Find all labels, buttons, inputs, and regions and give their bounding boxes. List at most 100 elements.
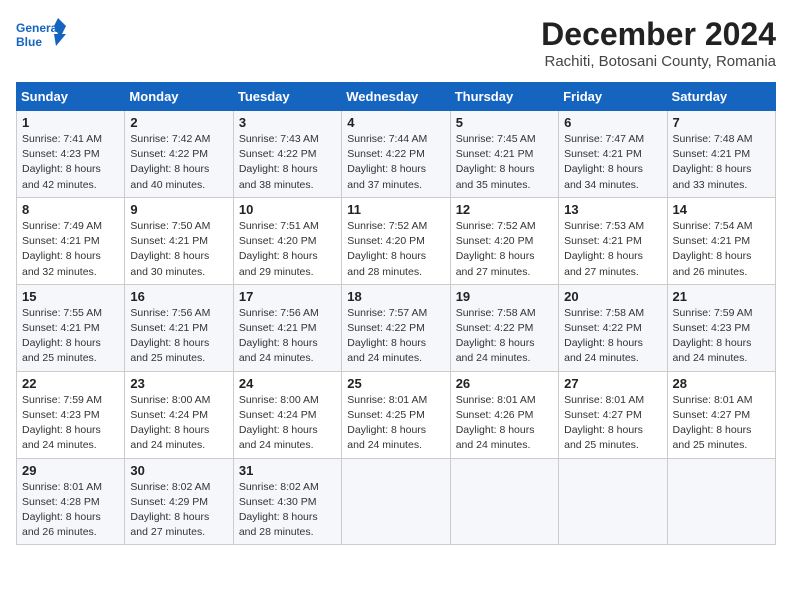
- day-cell: 6 Sunrise: 7:47 AMSunset: 4:21 PMDayligh…: [559, 111, 667, 198]
- day-cell: [342, 458, 450, 545]
- title-area: December 2024 Rachiti, Botosani County, …: [541, 16, 776, 70]
- day-cell: 18 Sunrise: 7:57 AMSunset: 4:22 PMDaylig…: [342, 284, 450, 371]
- day-cell: 23 Sunrise: 8:00 AMSunset: 4:24 PMDaylig…: [125, 371, 233, 458]
- day-number: 15: [22, 289, 119, 304]
- day-number: 5: [456, 115, 553, 130]
- header-day-sunday: Sunday: [17, 83, 125, 111]
- day-number: 17: [239, 289, 336, 304]
- day-detail: Sunrise: 8:00 AMSunset: 4:24 PMDaylight:…: [130, 394, 210, 452]
- logo: General Blue: [16, 16, 66, 60]
- day-detail: Sunrise: 7:48 AMSunset: 4:21 PMDaylight:…: [673, 133, 753, 191]
- day-cell: 28 Sunrise: 8:01 AMSunset: 4:27 PMDaylig…: [667, 371, 775, 458]
- day-cell: 11 Sunrise: 7:52 AMSunset: 4:20 PMDaylig…: [342, 197, 450, 284]
- day-cell: 5 Sunrise: 7:45 AMSunset: 4:21 PMDayligh…: [450, 111, 558, 198]
- day-number: 31: [239, 463, 336, 478]
- day-number: 19: [456, 289, 553, 304]
- day-cell: 10 Sunrise: 7:51 AMSunset: 4:20 PMDaylig…: [233, 197, 341, 284]
- day-number: 2: [130, 115, 227, 130]
- day-detail: Sunrise: 7:51 AMSunset: 4:20 PMDaylight:…: [239, 220, 319, 278]
- day-detail: Sunrise: 7:43 AMSunset: 4:22 PMDaylight:…: [239, 133, 319, 191]
- day-detail: Sunrise: 8:02 AMSunset: 4:29 PMDaylight:…: [130, 481, 210, 539]
- day-cell: 17 Sunrise: 7:56 AMSunset: 4:21 PMDaylig…: [233, 284, 341, 371]
- day-detail: Sunrise: 7:50 AMSunset: 4:21 PMDaylight:…: [130, 220, 210, 278]
- day-number: 8: [22, 202, 119, 217]
- day-cell: 20 Sunrise: 7:58 AMSunset: 4:22 PMDaylig…: [559, 284, 667, 371]
- day-number: 12: [456, 202, 553, 217]
- day-cell: 7 Sunrise: 7:48 AMSunset: 4:21 PMDayligh…: [667, 111, 775, 198]
- main-title: December 2024: [541, 16, 776, 53]
- day-detail: Sunrise: 7:42 AMSunset: 4:22 PMDaylight:…: [130, 133, 210, 191]
- day-detail: Sunrise: 7:55 AMSunset: 4:21 PMDaylight:…: [22, 307, 102, 365]
- day-cell: 24 Sunrise: 8:00 AMSunset: 4:24 PMDaylig…: [233, 371, 341, 458]
- day-detail: Sunrise: 8:01 AMSunset: 4:26 PMDaylight:…: [456, 394, 536, 452]
- day-cell: 29 Sunrise: 8:01 AMSunset: 4:28 PMDaylig…: [17, 458, 125, 545]
- day-number: 26: [456, 376, 553, 391]
- day-number: 18: [347, 289, 444, 304]
- day-number: 14: [673, 202, 770, 217]
- header-day-wednesday: Wednesday: [342, 83, 450, 111]
- day-detail: Sunrise: 7:44 AMSunset: 4:22 PMDaylight:…: [347, 133, 427, 191]
- day-detail: Sunrise: 7:53 AMSunset: 4:21 PMDaylight:…: [564, 220, 644, 278]
- logo-svg: General Blue: [16, 16, 66, 60]
- day-cell: 4 Sunrise: 7:44 AMSunset: 4:22 PMDayligh…: [342, 111, 450, 198]
- week-row-5: 29 Sunrise: 8:01 AMSunset: 4:28 PMDaylig…: [17, 458, 776, 545]
- day-detail: Sunrise: 8:01 AMSunset: 4:25 PMDaylight:…: [347, 394, 427, 452]
- day-detail: Sunrise: 7:41 AMSunset: 4:23 PMDaylight:…: [22, 133, 102, 191]
- day-detail: Sunrise: 7:56 AMSunset: 4:21 PMDaylight:…: [239, 307, 319, 365]
- day-detail: Sunrise: 7:45 AMSunset: 4:21 PMDaylight:…: [456, 133, 536, 191]
- day-cell: 1 Sunrise: 7:41 AMSunset: 4:23 PMDayligh…: [17, 111, 125, 198]
- day-cell: 19 Sunrise: 7:58 AMSunset: 4:22 PMDaylig…: [450, 284, 558, 371]
- svg-text:Blue: Blue: [16, 35, 42, 49]
- header-day-monday: Monday: [125, 83, 233, 111]
- day-detail: Sunrise: 7:47 AMSunset: 4:21 PMDaylight:…: [564, 133, 644, 191]
- day-number: 11: [347, 202, 444, 217]
- day-cell: [667, 458, 775, 545]
- day-number: 23: [130, 376, 227, 391]
- day-detail: Sunrise: 8:01 AMSunset: 4:28 PMDaylight:…: [22, 481, 102, 539]
- day-number: 25: [347, 376, 444, 391]
- day-number: 29: [22, 463, 119, 478]
- day-cell: 2 Sunrise: 7:42 AMSunset: 4:22 PMDayligh…: [125, 111, 233, 198]
- header-day-saturday: Saturday: [667, 83, 775, 111]
- calendar: SundayMondayTuesdayWednesdayThursdayFrid…: [16, 82, 776, 545]
- day-detail: Sunrise: 8:01 AMSunset: 4:27 PMDaylight:…: [673, 394, 753, 452]
- day-detail: Sunrise: 7:56 AMSunset: 4:21 PMDaylight:…: [130, 307, 210, 365]
- day-number: 1: [22, 115, 119, 130]
- day-cell: 12 Sunrise: 7:52 AMSunset: 4:20 PMDaylig…: [450, 197, 558, 284]
- day-number: 28: [673, 376, 770, 391]
- day-number: 6: [564, 115, 661, 130]
- day-detail: Sunrise: 7:58 AMSunset: 4:22 PMDaylight:…: [564, 307, 644, 365]
- day-detail: Sunrise: 7:58 AMSunset: 4:22 PMDaylight:…: [456, 307, 536, 365]
- day-cell: 3 Sunrise: 7:43 AMSunset: 4:22 PMDayligh…: [233, 111, 341, 198]
- day-cell: 21 Sunrise: 7:59 AMSunset: 4:23 PMDaylig…: [667, 284, 775, 371]
- day-number: 27: [564, 376, 661, 391]
- day-detail: Sunrise: 7:54 AMSunset: 4:21 PMDaylight:…: [673, 220, 753, 278]
- day-detail: Sunrise: 7:52 AMSunset: 4:20 PMDaylight:…: [456, 220, 536, 278]
- day-number: 22: [22, 376, 119, 391]
- day-cell: 22 Sunrise: 7:59 AMSunset: 4:23 PMDaylig…: [17, 371, 125, 458]
- day-cell: [450, 458, 558, 545]
- day-number: 21: [673, 289, 770, 304]
- day-detail: Sunrise: 8:00 AMSunset: 4:24 PMDaylight:…: [239, 394, 319, 452]
- day-number: 30: [130, 463, 227, 478]
- week-row-2: 8 Sunrise: 7:49 AMSunset: 4:21 PMDayligh…: [17, 197, 776, 284]
- svg-text:General: General: [16, 21, 61, 35]
- day-cell: 16 Sunrise: 7:56 AMSunset: 4:21 PMDaylig…: [125, 284, 233, 371]
- day-number: 10: [239, 202, 336, 217]
- day-cell: [559, 458, 667, 545]
- day-detail: Sunrise: 7:52 AMSunset: 4:20 PMDaylight:…: [347, 220, 427, 278]
- day-cell: 30 Sunrise: 8:02 AMSunset: 4:29 PMDaylig…: [125, 458, 233, 545]
- day-number: 16: [130, 289, 227, 304]
- day-cell: 13 Sunrise: 7:53 AMSunset: 4:21 PMDaylig…: [559, 197, 667, 284]
- week-row-1: 1 Sunrise: 7:41 AMSunset: 4:23 PMDayligh…: [17, 111, 776, 198]
- day-number: 7: [673, 115, 770, 130]
- day-number: 9: [130, 202, 227, 217]
- day-number: 3: [239, 115, 336, 130]
- day-cell: 25 Sunrise: 8:01 AMSunset: 4:25 PMDaylig…: [342, 371, 450, 458]
- calendar-body: 1 Sunrise: 7:41 AMSunset: 4:23 PMDayligh…: [17, 111, 776, 545]
- day-detail: Sunrise: 8:02 AMSunset: 4:30 PMDaylight:…: [239, 481, 319, 539]
- day-cell: 27 Sunrise: 8:01 AMSunset: 4:27 PMDaylig…: [559, 371, 667, 458]
- day-detail: Sunrise: 7:59 AMSunset: 4:23 PMDaylight:…: [673, 307, 753, 365]
- header: General Blue December 2024 Rachiti, Boto…: [16, 16, 776, 70]
- day-number: 13: [564, 202, 661, 217]
